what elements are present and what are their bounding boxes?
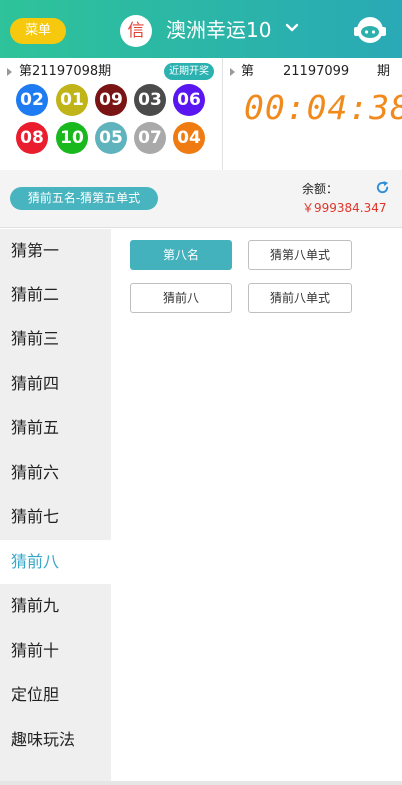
sidebar-item[interactable]: 猜前七 [0,495,111,539]
bullet-icon [230,68,235,76]
current-period-suffix: 期 [377,64,391,79]
current-period: 21197099 [283,64,350,79]
result-ball: 05 [95,122,127,154]
balance-value: ￥999384.347 [302,201,387,215]
result-ball: 06 [173,84,205,116]
play-type-badge[interactable]: 猜前五名-猜第五单式 [10,187,158,210]
option-button-selected[interactable]: 第八名 [130,240,232,270]
play-category-sidebar: 猜第一 猜前二 猜前三 猜前四 猜前五 猜前六 猜前七 猜前八 猜前九 猜前十 … [0,229,111,781]
chevron-down-icon[interactable] [284,20,300,36]
option-button[interactable]: 猜前八 [130,283,232,313]
app-header: 菜单 信 澳洲幸运10 [0,0,402,58]
current-period-prefix: 第 [241,64,255,79]
sidebar-item[interactable]: 定位胆 [0,673,111,717]
sidebar-item-active[interactable]: 猜前八 [0,540,111,584]
result-ball: 03 [134,84,166,116]
sidebar-item[interactable]: 猜前二 [0,273,111,317]
result-ball: 04 [173,122,205,154]
sidebar-item[interactable]: 猜前六 [0,451,111,495]
bottom-divider [0,781,402,785]
balance-label: 余额： [302,182,339,196]
sidebar-item[interactable]: 趣味玩法 [0,718,111,762]
xin-badge[interactable]: 信 [120,15,152,47]
recent-results-button[interactable]: 近期开奖 [164,63,214,80]
result-ball: 09 [95,84,127,116]
sidebar-item[interactable]: 猜前四 [0,362,111,406]
lottery-info-panel: 第21197098期 近期开奖 02 01 09 03 06 08 10 05 … [0,58,402,170]
option-button[interactable]: 猜第八单式 [248,240,352,270]
panel-divider [222,58,223,170]
sidebar-item[interactable]: 猜前五 [0,406,111,450]
previous-period: 第21197098期 [19,64,112,79]
sidebar-item[interactable]: 猜前九 [0,584,111,628]
menu-button[interactable]: 菜单 [10,18,66,44]
countdown-timer: 00:04:38 [244,88,402,127]
result-ball: 01 [56,84,88,116]
option-button[interactable]: 猜前八单式 [248,283,352,313]
bet-type-bar: 猜前五名-猜第五单式 余额： ￥999384.347 [0,170,402,228]
sidebar-item[interactable]: 猜前三 [0,317,111,361]
customer-service-icon[interactable] [353,13,387,47]
result-ball: 07 [134,122,166,154]
sidebar-item[interactable]: 猜前十 [0,629,111,673]
result-ball: 08 [16,122,48,154]
result-ball: 02 [16,84,48,116]
lottery-title[interactable]: 澳洲幸运10 [166,16,271,44]
bullet-icon [7,68,12,76]
result-ball: 10 [56,122,88,154]
sidebar-item[interactable]: 猜第一 [0,229,111,273]
refresh-icon[interactable] [375,180,390,195]
